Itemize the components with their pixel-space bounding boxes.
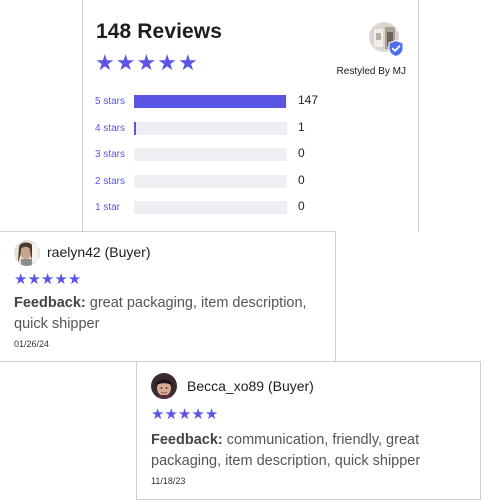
star-icon: ★ xyxy=(177,50,198,75)
review-date: 11/18/23 xyxy=(151,476,186,486)
avatar[interactable] xyxy=(151,373,177,399)
rating-row-count: 1 xyxy=(298,120,305,134)
average-rating-stars: ★ ★ ★ ★ ★ xyxy=(95,52,199,74)
star-icon: ★ xyxy=(177,406,192,423)
star-icon: ★ xyxy=(14,271,28,288)
rating-bar-fill xyxy=(134,95,286,108)
reviewer-username[interactable]: Becca_xo89 (Buyer) xyxy=(187,378,314,394)
rating-bar xyxy=(134,201,287,214)
star-icon: ★ xyxy=(151,406,165,423)
star-icon: ★ xyxy=(54,271,68,288)
rating-row-1[interactable]: 1 star 0 xyxy=(95,199,405,215)
avatar[interactable] xyxy=(14,240,40,266)
star-icon: ★ xyxy=(191,406,205,423)
star-icon: ★ xyxy=(164,406,178,423)
reviewer-username[interactable]: raelyn42 (Buyer) xyxy=(47,244,151,260)
rating-bar xyxy=(134,122,287,135)
rating-bar-fill xyxy=(134,122,136,135)
rating-bar xyxy=(134,95,287,108)
review-feedback: Feedback: great packaging, item descript… xyxy=(14,293,314,335)
verified-shield-icon xyxy=(388,39,404,58)
rating-row-2[interactable]: 2 stars 0 xyxy=(95,173,405,189)
star-icon: ★ xyxy=(40,271,55,288)
star-icon: ★ xyxy=(157,50,177,75)
rating-row-label: 2 stars xyxy=(95,175,126,187)
rating-row-count: 147 xyxy=(298,93,319,107)
rating-bar xyxy=(134,175,287,188)
review-stars: ★ ★ ★ ★ ★ xyxy=(14,272,81,287)
rating-row-count: 0 xyxy=(298,173,305,187)
rating-row-label: 5 stars xyxy=(95,95,126,107)
rating-row-count: 0 xyxy=(298,146,305,160)
rating-row-5[interactable]: 5 stars 147 xyxy=(95,93,405,109)
reviews-count-title: 148 Reviews xyxy=(96,20,223,43)
star-icon: ★ xyxy=(204,406,219,423)
star-icon: ★ xyxy=(95,50,115,75)
rating-row-count: 0 xyxy=(298,199,305,213)
star-icon: ★ xyxy=(67,271,82,288)
review-stars: ★ ★ ★ ★ ★ xyxy=(151,407,218,422)
rating-bar xyxy=(134,148,287,161)
rating-row-label: 3 stars xyxy=(95,148,126,160)
feedback-label: Feedback: xyxy=(151,432,223,448)
rating-row-label: 1 star xyxy=(95,201,121,213)
review-feedback: Feedback: communication, friendly, great… xyxy=(151,430,466,472)
review-date: 01/26/24 xyxy=(14,339,50,349)
star-icon: ★ xyxy=(115,50,136,75)
seller-avatar[interactable] xyxy=(369,22,404,58)
reviews-summary-panel: 148 Reviews ★ ★ ★ ★ ★ Restyled By MJ 5 s… xyxy=(82,0,419,232)
review-card: Becca_xo89 (Buyer) ★ ★ ★ ★ ★ Feedback: c… xyxy=(136,361,481,500)
feedback-label: Feedback: xyxy=(14,295,86,311)
review-card: raelyn42 (Buyer) ★ ★ ★ ★ ★ Feedback: gre… xyxy=(0,231,336,362)
rating-row-3[interactable]: 3 stars 0 xyxy=(95,146,405,162)
rating-row-label: 4 stars xyxy=(95,122,126,134)
star-icon: ★ xyxy=(136,50,157,75)
rating-row-4[interactable]: 4 stars 1 xyxy=(95,120,405,136)
star-icon: ★ xyxy=(27,271,41,288)
seller-name[interactable]: Restyled By MJ xyxy=(337,66,406,77)
